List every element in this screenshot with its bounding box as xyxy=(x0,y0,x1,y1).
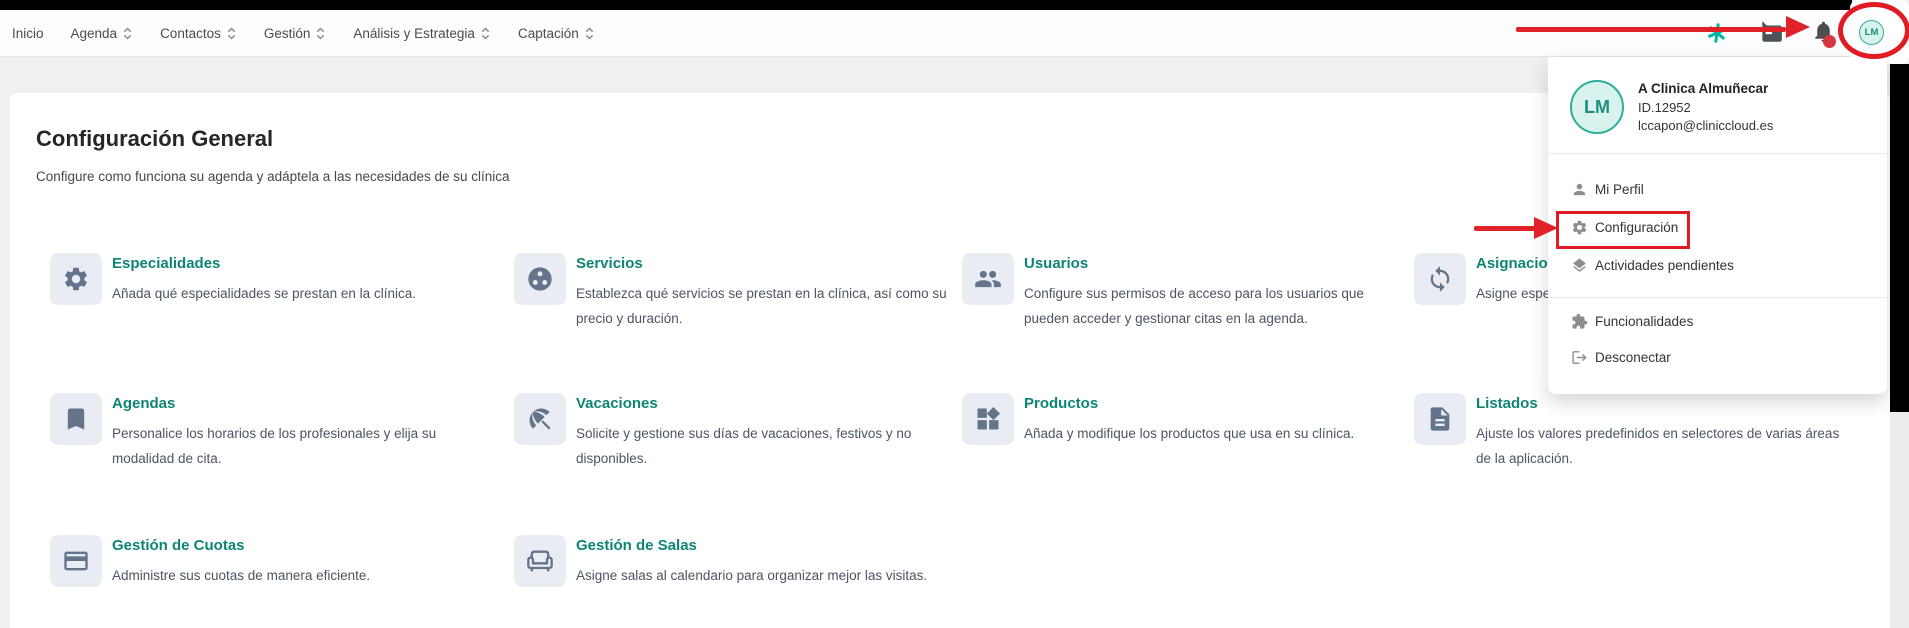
settings-card-vacaciones[interactable]: Vacaciones Solicite y gestione sus días d… xyxy=(514,393,974,471)
nav-item-gesti-n[interactable]: Gestión xyxy=(264,25,327,42)
nav-item-inicio[interactable]: Inicio xyxy=(12,26,44,41)
user-email: lccapon@cliniccloud.es xyxy=(1638,118,1773,133)
card-title[interactable]: Gestión de Cuotas xyxy=(112,537,490,554)
brand-spark-icon[interactable] xyxy=(1706,22,1728,49)
settings-card-productos[interactable]: Productos Añada y modifique los productos… xyxy=(962,393,1422,446)
nav-item-contactos[interactable]: Contactos xyxy=(160,25,237,42)
nav-item-label: Inicio xyxy=(12,26,44,41)
card-description: Añada qué especialidades se prestan en l… xyxy=(112,281,490,306)
notification-badge xyxy=(1823,35,1836,48)
card-title[interactable]: Especialidades xyxy=(112,255,490,272)
card-description: Añada y modifique los productos que usa … xyxy=(1024,421,1402,446)
main-navbar: Inicio Agenda Contactos Gestión Análisis y E… xyxy=(0,10,1890,57)
settings-card-listados[interactable]: Listados Ajuste los valores predefinidos … xyxy=(1414,393,1874,471)
logout-icon xyxy=(1571,349,1588,371)
menu-item-label: Funcionalidades xyxy=(1595,314,1693,329)
sync-icon xyxy=(1414,253,1466,305)
nav-item-label: Gestión xyxy=(264,26,311,41)
settings-card-usuarios[interactable]: Usuarios Configure sus permisos de acceso… xyxy=(962,253,1422,331)
window-top-strip xyxy=(0,0,1852,10)
card-title[interactable]: Gestión de Salas xyxy=(576,537,954,554)
clinic-name: A Clinica Almuñecar xyxy=(1638,81,1768,96)
menu-divider xyxy=(1548,297,1887,298)
nav-item-label: Agenda xyxy=(71,26,118,41)
beach-umbrella-icon xyxy=(514,393,566,445)
group-work-icon xyxy=(514,253,566,305)
menu-item-configuración[interactable]: Configuración xyxy=(1548,209,1887,247)
menu-item-funcionalidades[interactable]: Funcionalidades xyxy=(1548,303,1887,341)
card-description: Configure sus permisos de acceso para lo… xyxy=(1024,281,1402,331)
user-dropdown-menu: LM A Clinica Almuñecar ID.12952 lccapon@… xyxy=(1548,57,1887,394)
gear-icon xyxy=(1571,219,1588,241)
settings-card-gestión-de-salas[interactable]: Gestión de Salas Asigne salas al calendar… xyxy=(514,535,974,588)
nav-item-label: Captación xyxy=(518,26,579,41)
menu-item-label: Mi Perfil xyxy=(1595,182,1644,197)
card-description: Ajuste los valores predefinidos en selec… xyxy=(1476,421,1854,471)
clinic-id: ID.12952 xyxy=(1638,100,1691,115)
menu-avatar: LM xyxy=(1570,80,1624,134)
card-description: Asigne salas al calendario para organiza… xyxy=(576,563,954,588)
nav-item-captaci-n[interactable]: Captación xyxy=(518,25,595,42)
menu-item-label: Configuración xyxy=(1595,220,1678,235)
settings-card-especialidades[interactable]: Especialidades Añada qué especialidades s… xyxy=(50,253,510,306)
chair-icon xyxy=(514,535,566,587)
card-description: Establezca qué servicios se prestan en l… xyxy=(576,281,954,331)
gear-icon xyxy=(50,253,102,305)
bookmark-icon xyxy=(50,393,102,445)
card-title[interactable]: Listados xyxy=(1476,395,1854,412)
menu-item-desconectar[interactable]: Desconectar xyxy=(1548,339,1887,377)
menu-divider xyxy=(1548,153,1887,154)
user-avatar[interactable]: LM xyxy=(1859,20,1884,45)
card-title[interactable]: Servicios xyxy=(576,255,954,272)
chat-icon[interactable] xyxy=(1758,19,1784,50)
settings-card-gestión-de-cuotas[interactable]: Gestión de Cuotas Administre sus cuotas d… xyxy=(50,535,510,588)
document-icon xyxy=(1414,393,1466,445)
nav-item-agenda[interactable]: Agenda xyxy=(71,25,134,42)
menu-item-label: Actividades pendientes xyxy=(1595,258,1734,273)
card-description: Personalice los horarios de los profesio… xyxy=(112,421,490,471)
nav-item-label: Análisis y Estrategia xyxy=(353,26,475,41)
chevron-up-down-icon xyxy=(122,25,133,42)
nav-item-label: Contactos xyxy=(160,26,221,41)
card-title[interactable]: Agendas xyxy=(112,395,490,412)
page-title: Configuración General xyxy=(36,126,273,152)
chevron-up-down-icon xyxy=(315,25,326,42)
person-icon xyxy=(1571,181,1588,203)
menu-item-label: Desconectar xyxy=(1595,350,1671,365)
settings-card-agendas[interactable]: Agendas Personalice los horarios de los p… xyxy=(50,393,510,471)
card-description: Administre sus cuotas de manera eficient… xyxy=(112,563,490,588)
widgets-icon xyxy=(962,393,1014,445)
menu-item-actividades-pendientes[interactable]: Actividades pendientes xyxy=(1548,247,1887,285)
nav-items: Inicio Agenda Contactos Gestión Análisis y E… xyxy=(12,10,595,56)
chevron-up-down-icon xyxy=(480,25,491,42)
chevron-up-down-icon xyxy=(226,25,237,42)
nav-item-an-lisis-y-estrategia[interactable]: Análisis y Estrategia xyxy=(353,25,491,42)
puzzle-icon xyxy=(1571,313,1588,335)
people-icon xyxy=(962,253,1014,305)
window-right-strip xyxy=(1890,64,1909,412)
credit-card-icon xyxy=(50,535,102,587)
bell-icon[interactable] xyxy=(1811,19,1836,49)
card-title[interactable]: Vacaciones xyxy=(576,395,954,412)
card-title[interactable]: Productos xyxy=(1024,395,1402,412)
layers-icon xyxy=(1571,257,1588,279)
card-description: Solicite y gestione sus días de vacacion… xyxy=(576,421,954,471)
window-right-strip-lower xyxy=(1890,412,1909,628)
menu-item-mi-perfil[interactable]: Mi Perfil xyxy=(1548,171,1887,209)
card-title[interactable]: Usuarios xyxy=(1024,255,1402,272)
chevron-up-down-icon xyxy=(584,25,595,42)
page-subtitle: Configure como funciona su agenda y adáp… xyxy=(36,169,510,184)
settings-card-servicios[interactable]: Servicios Establezca qué servicios se pre… xyxy=(514,253,974,331)
